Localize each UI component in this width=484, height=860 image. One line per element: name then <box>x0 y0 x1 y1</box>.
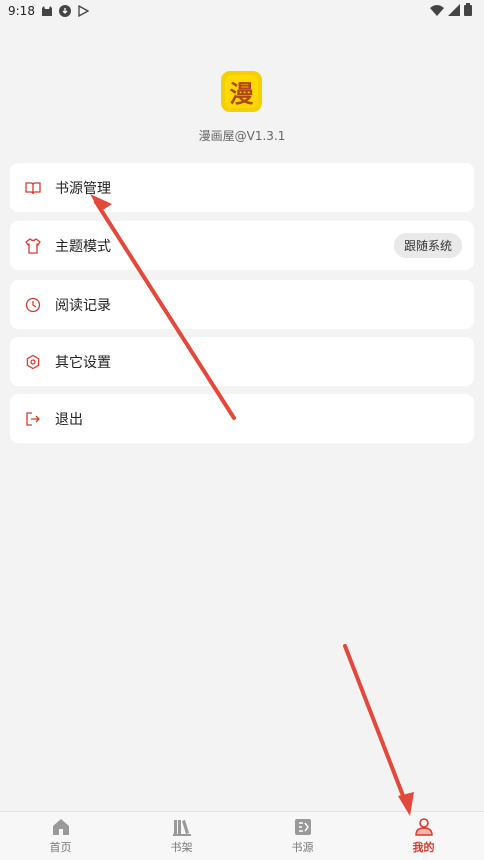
nav-item-mine[interactable]: 我的 <box>363 812 484 860</box>
clock-icon <box>25 297 41 313</box>
theme-mode-badge[interactable]: 跟随系统 <box>393 233 462 258</box>
menu-item-logout[interactable]: 退出 <box>10 394 474 443</box>
menu-item-other-settings[interactable]: 其它设置 <box>10 337 474 386</box>
status-time: 9:18 <box>8 4 35 18</box>
battery-icon <box>464 3 472 19</box>
logout-icon <box>25 411 41 427</box>
nav-item-sources[interactable]: 书源 <box>242 812 363 860</box>
signal-icon <box>448 3 460 19</box>
book-open-icon <box>25 180 41 196</box>
bottom-nav: 首页 书架 书源 我的 <box>0 811 484 860</box>
home-icon <box>52 819 69 835</box>
menu-item-label: 阅读记录 <box>55 297 111 314</box>
menu-item-reading-history[interactable]: 阅读记录 <box>10 280 474 329</box>
sources-icon <box>294 819 311 835</box>
menu-item-label: 主题模式 <box>55 238 111 255</box>
play-store-icon <box>77 5 89 17</box>
nav-item-label: 我的 <box>412 841 435 854</box>
user-icon <box>414 818 433 836</box>
menu-item-theme-mode[interactable]: 主题模式 跟随系统 <box>10 221 474 270</box>
annotation-arrow-mine-tab <box>343 644 414 816</box>
bookshelf-icon <box>172 820 191 836</box>
nav-item-label: 书源 <box>291 841 314 854</box>
menu-item-source-management[interactable]: 书源管理 <box>10 163 474 212</box>
status-bar-right <box>430 3 472 19</box>
download-icon <box>58 5 71 17</box>
status-bar-left: 9:18 <box>8 4 89 18</box>
app-logo: 漫 <box>221 71 262 112</box>
status-bar: 9:18 <box>0 0 484 22</box>
nav-item-label: 首页 <box>49 841 72 854</box>
nav-item-bookshelf[interactable]: 书架 <box>121 812 242 860</box>
app-version: 漫画屋@V1.3.1 <box>198 129 286 143</box>
menu-item-label: 其它设置 <box>55 354 111 371</box>
wifi-icon <box>430 4 444 19</box>
menu-item-label: 书源管理 <box>55 180 111 197</box>
settings-icon <box>25 354 41 370</box>
menu-item-label: 退出 <box>55 411 83 428</box>
cat-icon <box>41 5 53 17</box>
nav-item-label: 书架 <box>170 841 193 854</box>
app-logo-char: 漫 <box>225 75 258 108</box>
shirt-icon <box>25 237 41 254</box>
nav-item-home[interactable]: 首页 <box>0 812 121 860</box>
